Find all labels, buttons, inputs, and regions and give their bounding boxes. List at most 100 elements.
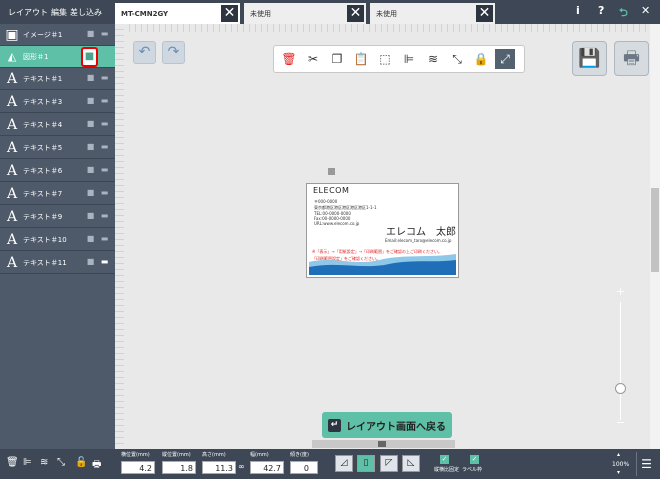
- tab-close-icon[interactable]: ✕: [476, 5, 493, 22]
- printer-icon[interactable]: ▬: [99, 188, 110, 199]
- fit-icon[interactable]: ⤢: [495, 49, 515, 69]
- text-icon: A: [6, 116, 18, 133]
- tab-document[interactable]: MT-CMN2GY ✕: [115, 3, 240, 24]
- undo-button[interactable]: ↶: [133, 41, 156, 64]
- rotate-handle[interactable]: [328, 168, 335, 175]
- text-icon: A: [6, 208, 18, 225]
- layer-item-text-9[interactable]: A テキスト＃9 ■ ▬: [0, 206, 115, 228]
- lock-icon[interactable]: ■: [86, 96, 95, 107]
- close-app-icon[interactable]: ✕: [641, 4, 650, 17]
- printer-icon[interactable]: ▬: [99, 73, 110, 84]
- printer-icon[interactable]: ▬: [99, 96, 110, 107]
- height-input[interactable]: 11.3: [202, 461, 236, 474]
- zoom-slider-track[interactable]: [620, 302, 621, 420]
- align-icon[interactable]: ⊫: [399, 49, 419, 69]
- layer-item-text-3[interactable]: A テキスト＃3 ■ ▬: [0, 91, 115, 113]
- tab-close-icon[interactable]: ✕: [221, 5, 238, 22]
- layers-icon[interactable]: ≋: [40, 457, 48, 468]
- app-window: レイアウト 編集 差し込み MT-CMN2GY ✕ 未使用 ✕ 未使用 ✕ i …: [0, 0, 660, 479]
- image-icon: ▣: [5, 26, 19, 43]
- rotate-left-icon[interactable]: ◿: [335, 455, 353, 472]
- lock-icon[interactable]: 🔓: [75, 457, 87, 468]
- menu-edit[interactable]: 編集: [51, 7, 67, 18]
- text-icon: A: [6, 254, 18, 271]
- link-icon[interactable]: ∞: [238, 462, 245, 471]
- vertical-scroll-thumb[interactable]: [651, 188, 659, 272]
- lock-icon[interactable]: ■: [86, 165, 95, 176]
- copy-icon[interactable]: ❐: [327, 49, 347, 69]
- tab-unused-2[interactable]: 未使用 ✕: [370, 3, 495, 24]
- printer-icon[interactable]: 🖶: [92, 457, 101, 474]
- zoom-out-icon[interactable]: −: [616, 416, 625, 429]
- horizontal-scrollbar[interactable]: [312, 440, 455, 448]
- lock-icon[interactable]: ■: [81, 47, 98, 67]
- lock-icon[interactable]: ■: [86, 73, 95, 84]
- card-logo: ELECOM: [313, 186, 350, 195]
- aspect-lock-label: 縦横比固定: [434, 467, 460, 473]
- portrait-icon[interactable]: ▯: [357, 455, 375, 472]
- layer-item-text-4[interactable]: A テキスト＃4 ■ ▬: [0, 114, 115, 136]
- list-view-icon[interactable]: ☰: [636, 452, 656, 476]
- flip-icon[interactable]: ◺: [402, 455, 420, 472]
- x-pos-input[interactable]: 4.2: [121, 461, 155, 474]
- printer-icon[interactable]: ▬: [99, 211, 110, 222]
- text-icon: A: [6, 185, 18, 202]
- lock-icon[interactable]: ■: [86, 257, 95, 268]
- vertical-ruler: [115, 24, 124, 449]
- angle-input[interactable]: 0: [290, 461, 318, 474]
- layer-item-text-1[interactable]: A テキスト＃1 ■ ▬: [0, 68, 115, 90]
- select-icon[interactable]: ⬚: [375, 49, 395, 69]
- layer-item-text-5[interactable]: A テキスト＃5 ■ ▬: [0, 137, 115, 159]
- card-email: Email:elecom_taro@elecom.co.jp: [385, 238, 452, 243]
- printer-icon[interactable]: ▬: [99, 119, 110, 130]
- paste-icon[interactable]: 📋: [351, 49, 371, 69]
- info-icon[interactable]: i: [576, 4, 580, 17]
- print-frame-checkbox[interactable]: ✓: [470, 455, 479, 464]
- layer-item-text-11[interactable]: A テキスト＃11 ■ ▬: [0, 252, 115, 274]
- back-to-layout-button[interactable]: ↵ レイアウト画面へ戻る: [322, 412, 452, 438]
- layer-item-text-7[interactable]: A テキスト＃7 ■ ▬: [0, 183, 115, 205]
- layer-item-shape-1[interactable]: ◭ 図形＃1 ■: [0, 46, 115, 68]
- width-input[interactable]: 42.7: [250, 461, 284, 474]
- printer-icon[interactable]: ▬: [99, 257, 110, 268]
- lock-icon[interactable]: ■: [86, 234, 95, 245]
- lock-icon[interactable]: 🔒: [471, 49, 491, 69]
- transform-icon[interactable]: ⤡: [447, 49, 467, 69]
- align-left-icon[interactable]: ⊫: [23, 457, 32, 468]
- printer-icon[interactable]: ▬: [99, 165, 110, 176]
- aspect-lock-checkbox[interactable]: ✓: [440, 455, 449, 464]
- layer-item-image-1[interactable]: ▣ イメージ＃1 ■ ▬: [0, 24, 115, 46]
- layer-item-text-6[interactable]: A テキスト＃6 ■ ▬: [0, 160, 115, 182]
- printer-icon[interactable]: ▬: [99, 234, 110, 245]
- save-button[interactable]: 💾: [572, 41, 607, 76]
- menu-layout[interactable]: レイアウト: [8, 7, 48, 18]
- cut-icon[interactable]: ✂: [303, 49, 323, 69]
- transform-icon[interactable]: ⤡: [57, 457, 65, 468]
- zoom-up-icon[interactable]: ▴: [617, 451, 620, 458]
- redo-button[interactable]: ↷: [162, 41, 185, 64]
- printer-icon[interactable]: ▬: [99, 142, 110, 153]
- menu-insert[interactable]: 差し込み: [70, 7, 102, 18]
- lock-icon[interactable]: ■: [86, 119, 95, 130]
- layer-item-text-10[interactable]: A テキスト＃10 ■ ▬: [0, 229, 115, 251]
- printer-icon[interactable]: ▬: [99, 29, 110, 40]
- main-menu: レイアウト 編集 差し込み: [0, 0, 115, 24]
- horizontal-ruler: [124, 24, 650, 32]
- back-arrow-icon[interactable]: ⮌: [619, 4, 628, 23]
- lock-icon[interactable]: ■: [86, 142, 95, 153]
- lock-icon[interactable]: ■: [86, 29, 95, 40]
- y-pos-input[interactable]: 1.8: [162, 461, 196, 474]
- tab-close-icon[interactable]: ✕: [347, 5, 364, 22]
- trash-icon[interactable]: 🗑: [6, 457, 19, 468]
- tab-unused-1[interactable]: 未使用 ✕: [244, 3, 366, 24]
- lock-icon[interactable]: ■: [86, 211, 95, 222]
- zoom-down-icon[interactable]: ▾: [617, 469, 620, 476]
- zoom-in-icon[interactable]: +: [616, 285, 625, 298]
- delete-icon[interactable]: 🗑: [279, 49, 299, 69]
- lock-icon[interactable]: ■: [86, 188, 95, 199]
- rotate-right-icon[interactable]: ◸: [380, 455, 398, 472]
- layers-icon[interactable]: ≋: [423, 49, 443, 69]
- print-button[interactable]: 🖶: [614, 41, 649, 76]
- help-icon[interactable]: ?: [598, 4, 604, 17]
- zoom-slider-knob[interactable]: [615, 383, 626, 394]
